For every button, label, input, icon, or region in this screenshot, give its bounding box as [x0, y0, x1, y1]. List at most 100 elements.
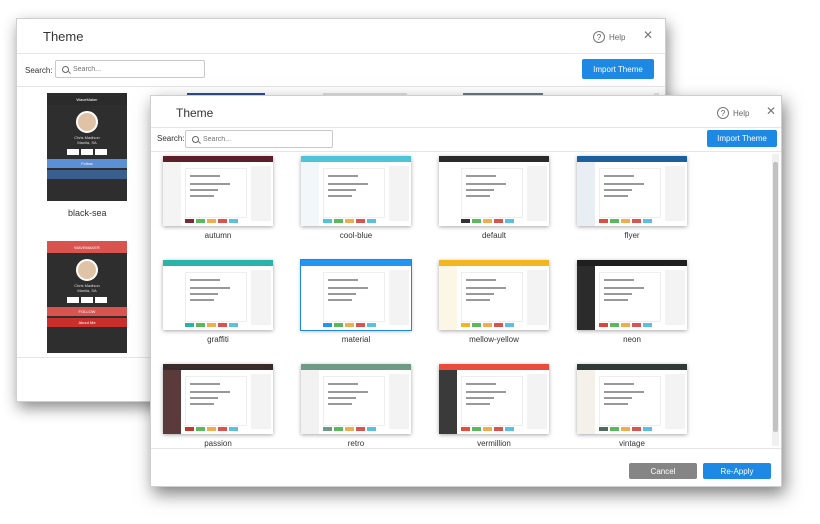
thumbnail-text-line [190, 279, 220, 281]
theme-card-vermillion[interactable]: vermillion [439, 364, 549, 448]
theme-grid: autumn cool-blue default flyer graffiti mater… [151, 152, 773, 448]
preview-header: WAVEMAKER [47, 241, 127, 253]
theme-card-mellow-yellow[interactable]: mellow-yellow [439, 260, 549, 344]
scrollbar-thumb[interactable] [773, 162, 778, 432]
thumbnail-buttons [185, 427, 238, 431]
thumbnail-text-line [466, 195, 490, 197]
search-input[interactable] [185, 130, 333, 148]
theme-thumbnail[interactable] [300, 259, 412, 331]
theme-thumbnail[interactable] [163, 364, 273, 434]
close-icon[interactable]: ✕ [766, 104, 776, 118]
theme-card-neon[interactable]: neon [577, 260, 687, 344]
thumbnail-text-line [466, 293, 494, 295]
avatar [76, 111, 98, 133]
thumbnail-text-line [466, 189, 494, 191]
thumbnail-buttons [185, 323, 238, 327]
thumbnail-sidebar [577, 162, 595, 226]
thumbnail-text-line [466, 403, 490, 405]
thumbnail-text-line [328, 299, 352, 301]
thumbnail-sidebar [577, 370, 595, 434]
theme-card-material[interactable]: material [300, 259, 412, 344]
help-link[interactable]: ? Help [593, 31, 625, 43]
preview-location: Manila, SA [77, 288, 97, 293]
theme-card-autumn[interactable]: autumn [163, 156, 273, 240]
theme-thumbnail[interactable] [439, 364, 549, 434]
theme-card-default[interactable]: default [439, 156, 549, 240]
thumbnail-text-line [190, 189, 218, 191]
thumbnail-text-line [190, 299, 214, 301]
thumbnail-text-line [190, 403, 214, 405]
thumbnail-buttons [599, 427, 652, 431]
scrollbar[interactable] [772, 154, 779, 446]
thumbnail-text-line [604, 287, 644, 289]
thumbnail-right-panel [389, 374, 409, 429]
thumbnail-content [185, 376, 247, 426]
preview-location: Manila, SA [77, 140, 97, 145]
thumbnail-text-line [328, 287, 368, 289]
search-icon [192, 135, 199, 143]
thumbnail-buttons [323, 323, 376, 327]
theme-label: flyer [624, 231, 640, 240]
theme-thumbnail[interactable] [301, 364, 411, 434]
help-link[interactable]: ? Help [717, 107, 749, 119]
theme-thumbnail[interactable] [577, 156, 687, 226]
thumbnail-text-line [604, 195, 628, 197]
import-theme-button[interactable]: Import Theme [707, 130, 777, 147]
thumbnail-text-line [190, 397, 218, 399]
theme-thumbnail[interactable] [577, 364, 687, 434]
thumbnail-text-line [190, 287, 230, 289]
thumbnail-sidebar [301, 370, 319, 434]
theme-label: cool-blue [339, 231, 373, 240]
theme-card-vintage[interactable]: vintage [577, 364, 687, 448]
theme-label: default [481, 231, 507, 240]
theme-thumbnail[interactable] [163, 156, 273, 226]
thumbnail-content [599, 272, 661, 322]
thumbnail-right-panel [251, 374, 271, 429]
theme-thumbnail[interactable] [439, 156, 549, 226]
theme-thumbnail[interactable] [577, 260, 687, 330]
theme-label: passion [204, 439, 232, 448]
thumbnail-text-line [190, 293, 218, 295]
theme-card-passion[interactable]: passion [163, 364, 273, 448]
theme-card-cool-blue[interactable]: cool-blue [301, 156, 411, 240]
thumbnail-text-line [328, 397, 356, 399]
theme-card-graffiti[interactable]: graffiti [163, 260, 273, 344]
search-input[interactable] [55, 60, 205, 78]
search-label: Search: [157, 134, 185, 143]
theme-thumbnail[interactable] [439, 260, 549, 330]
theme-thumbnail[interactable] [163, 260, 273, 330]
theme-thumbnail[interactable] [301, 156, 411, 226]
search-field[interactable] [203, 135, 332, 143]
theme-preview-red[interactable]: WAVEMAKER Chris Madison Manila, SA FOLLO… [47, 241, 127, 353]
thumbnail-sidebar [439, 162, 457, 226]
thumbnail-text-line [190, 383, 220, 385]
social-icons [47, 297, 127, 303]
help-icon: ? [593, 31, 605, 43]
theme-card-flyer[interactable]: flyer [577, 156, 687, 240]
import-theme-button[interactable]: Import Theme [582, 59, 654, 79]
thumbnail-text-line [328, 195, 352, 197]
theme-preview-black-sea[interactable]: WaveMaker Chris Madison Manila, SA Follo… [47, 93, 127, 201]
cancel-button[interactable]: Cancel [629, 463, 697, 479]
preview-bar [47, 170, 127, 179]
help-label: Help [733, 108, 750, 118]
search-field[interactable] [73, 65, 204, 73]
re-apply-button[interactable]: Re-Apply [703, 463, 771, 479]
thumbnail-text-line [328, 189, 356, 191]
preview-header: WaveMaker [47, 93, 127, 105]
thumbnail-content [323, 168, 385, 218]
search-bar: Search: Import Theme [151, 128, 781, 152]
theme-label: graffiti [207, 335, 229, 344]
thumbnail-text-line [328, 403, 352, 405]
help-icon: ? [717, 107, 729, 119]
theme-card-retro[interactable]: retro [301, 364, 411, 448]
search-icon [62, 65, 69, 73]
theme-label: retro [347, 439, 365, 448]
thumbnail-text-line [328, 391, 368, 393]
dialog-title: Theme [43, 29, 84, 44]
close-icon[interactable]: ✕ [643, 28, 653, 42]
thumbnail-content [599, 168, 661, 218]
thumbnail-text-line [604, 383, 634, 385]
theme-label: neon [623, 335, 641, 344]
theme-dialog: Theme ? Help ✕ Search: Import Theme autu… [150, 95, 782, 487]
